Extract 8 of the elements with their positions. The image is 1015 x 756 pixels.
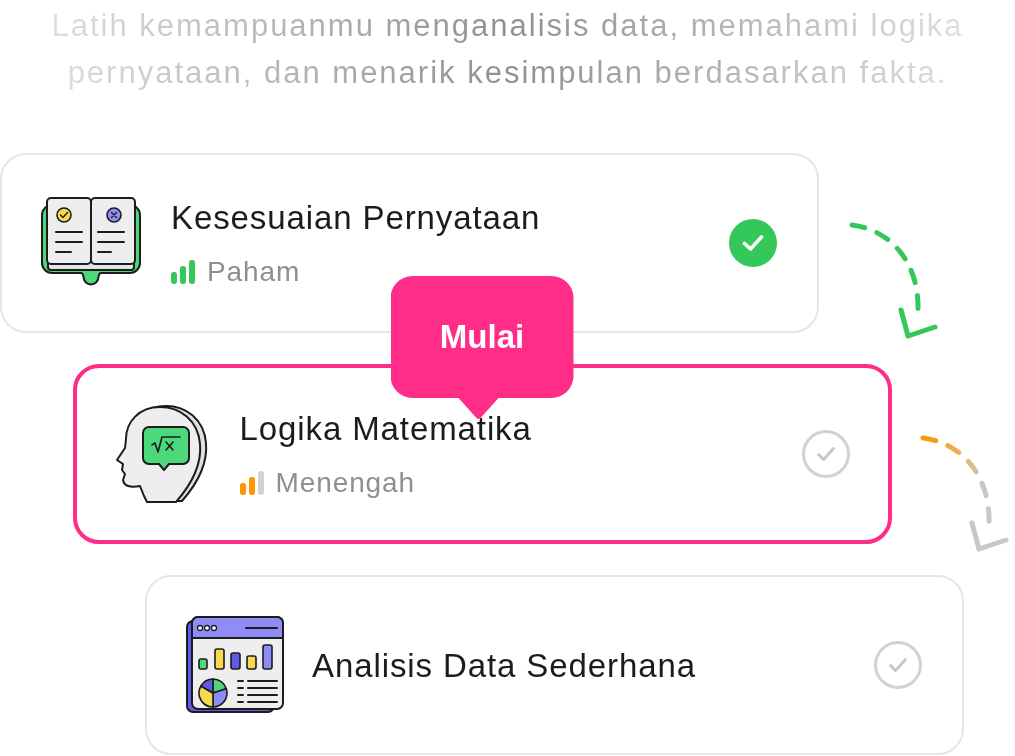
level-meter — [171, 260, 195, 284]
head-profile-icon — [113, 404, 210, 504]
lesson-card[interactable]: Analisis Data Sederhana — [145, 575, 964, 755]
lesson-title: Kesesuaian Pernyataan — [171, 199, 542, 237]
level-label: Menengah — [275, 466, 416, 500]
level-meter — [239, 471, 264, 495]
lesson-title: Analisis Data Sederhana — [312, 647, 697, 685]
chart-window-icon — [186, 616, 284, 714]
